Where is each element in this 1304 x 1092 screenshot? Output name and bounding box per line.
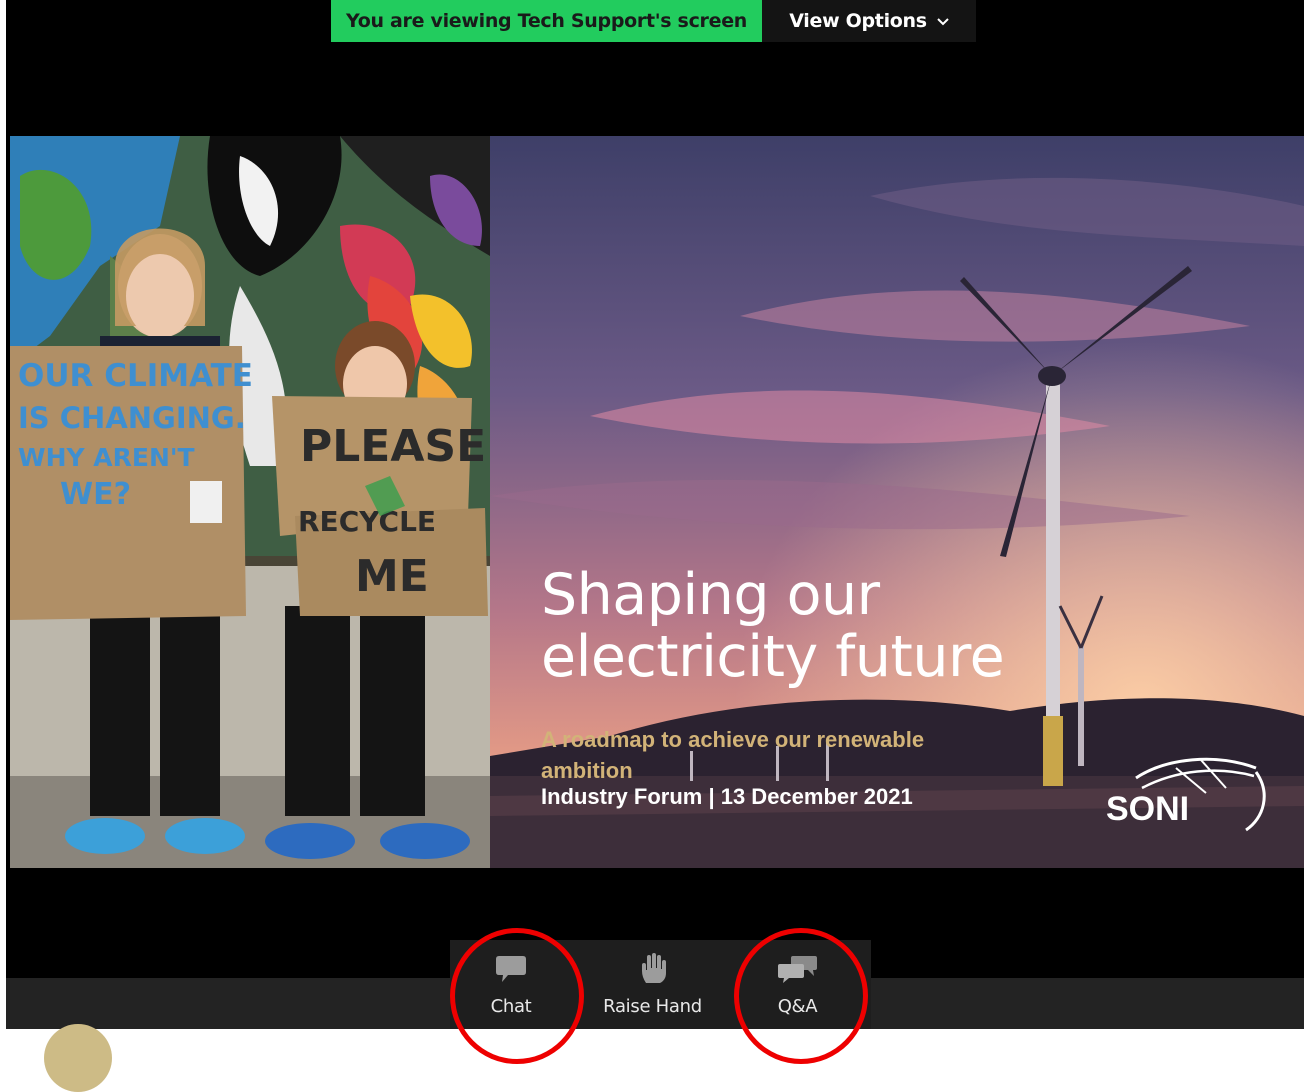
shared-slide: OUR CLIMATE IS CHANGING. WHY AREN'T WE? … (10, 136, 1304, 868)
screen-share-banner-text: You are viewing Tech Support's screen (345, 10, 748, 32)
svg-text:RECYCLE: RECYCLE (298, 505, 436, 538)
qa-highlight-circle (734, 928, 868, 1064)
climate-protest-photo: OUR CLIMATE IS CHANGING. WHY AREN'T WE? … (10, 136, 490, 868)
slide-event-info: Industry Forum | 13 December 2021 (541, 784, 913, 809)
soni-logo: SONI (1106, 757, 1266, 832)
svg-text:OUR CLIMATE: OUR CLIMATE (18, 358, 253, 394)
view-options-button[interactable]: View Options (762, 0, 976, 42)
slide-subtitle: A roadmap to achieve our renewable ambit… (541, 727, 925, 783)
screen-share-banner: You are viewing Tech Support's screen (331, 0, 762, 42)
svg-text:WE?: WE? (60, 477, 131, 512)
chat-highlight-circle (450, 928, 584, 1064)
chevron-down-icon (937, 14, 949, 30)
svg-text:SONI: SONI (1106, 790, 1189, 828)
slide-title: Shaping our electricity future (541, 562, 1005, 690)
svg-text:IS CHANGING.: IS CHANGING. (18, 401, 246, 435)
view-options-label: View Options (789, 10, 927, 32)
svg-text:ME: ME (355, 551, 429, 602)
svg-text:PLEASE: PLEASE (300, 421, 486, 472)
raise-hand-button-label: Raise Hand (603, 996, 702, 1017)
raise-hand-button[interactable]: Raise Hand (590, 940, 715, 1029)
corner-decoration (44, 1024, 112, 1092)
hand-icon (640, 953, 666, 984)
svg-text:WHY AREN'T: WHY AREN'T (18, 443, 195, 472)
